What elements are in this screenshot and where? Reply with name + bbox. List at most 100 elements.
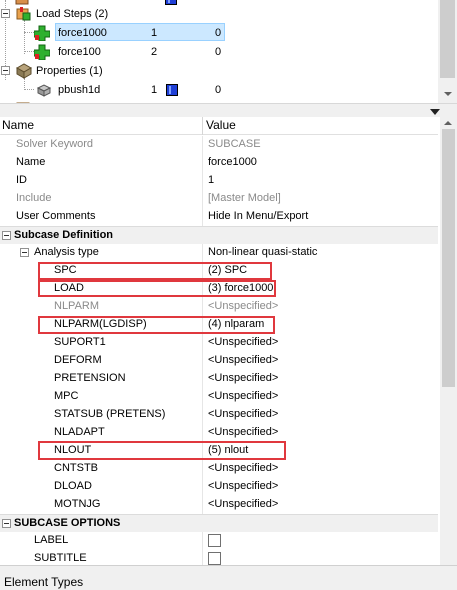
tree-item-force1000[interactable]: force1000 1 0 [0,24,438,42]
tree-item-label: force100 [58,46,101,58]
property-value[interactable]: <Unspecified> [208,298,278,315]
tree-scrollbar-thumb[interactable] [440,0,455,78]
column-divider [202,532,203,550]
column-divider [202,370,203,388]
property-name: ID [16,174,27,186]
property-name: User Comments [16,210,96,222]
highlight-box-nlparm-lgdisp [38,316,275,334]
element-types-panel[interactable]: Element Types [0,565,457,590]
tree-item-force100[interactable]: force100 2 0 [0,43,438,61]
section-title: Subcase Definition [14,229,114,241]
grid-row-cntstb[interactable]: CNTSTB <Unspecified> [0,460,438,478]
property-name: PRETENSION [54,372,126,384]
tree-folder-label: Properties (1) [36,65,103,77]
property-name: Analysis type [34,246,99,258]
grid-row-name[interactable]: Name force1000 [0,154,438,172]
grid-row-statsub[interactable]: STATSUB (PRETENS) <Unspecified> [0,406,438,424]
section-subcase-options[interactable]: SUBCASE OPTIONS [0,514,438,532]
column-divider [202,154,203,172]
blue-color-swatch-icon[interactable] [166,84,178,96]
property-name: MOTNJG [54,498,101,510]
collapse-icon[interactable] [1,66,10,75]
property-value[interactable]: <Unspecified> [208,478,278,495]
property-value[interactable]: <Unspecified> [208,334,278,351]
grid-row-nlparm[interactable]: NLPARM <Unspecified> [0,298,438,316]
tree-folder-properties[interactable]: Properties (1) [0,62,438,80]
grid-row-analysis-type[interactable]: Analysis type Non-linear quasi-static [0,244,438,262]
grid-scrollbar-thumb[interactable] [442,129,455,387]
tree-item-id: 2 [151,46,158,58]
property-name: NLADAPT [54,426,105,438]
property-value[interactable]: Hide In Menu/Export [208,208,308,225]
column-divider [202,496,203,514]
column-divider[interactable] [202,117,203,135]
grid-row-dload[interactable]: DLOAD <Unspecified> [0,478,438,496]
tree-item-count: 0 [215,46,222,58]
value-column-header[interactable]: Value [206,117,236,134]
properties-icon [15,63,33,79]
subtitle-checkbox[interactable] [208,552,221,565]
green-cross-icon [33,25,51,42]
property-name: DEFORM [54,354,102,366]
collapse-icon[interactable] [2,231,11,240]
property-value[interactable]: <Unspecified> [208,406,278,423]
tree-item-label: force1000 [58,27,107,39]
property-value[interactable]: <Unspecified> [208,496,278,513]
property-value[interactable]: force1000 [208,154,257,171]
grid-row-subtitle[interactable]: SUBTITLE [0,550,438,565]
collapse-icon[interactable] [20,248,29,257]
column-divider [202,172,203,190]
collapse-icon[interactable] [2,519,11,528]
column-divider [202,406,203,424]
grid-row-label[interactable]: LABEL [0,532,438,550]
grid-row-motnjg[interactable]: MOTNJG <Unspecified> [0,496,438,514]
grid-row-pretension[interactable]: PRETENSION <Unspecified> [0,370,438,388]
property-value[interactable]: <Unspecified> [208,352,278,369]
grid-row-solver-keyword[interactable]: Solver Keyword SUBCASE [0,136,438,154]
property-name: STATSUB (PRETENS) [54,408,166,420]
collapse-icon[interactable] [1,9,10,18]
tree-scrollbar[interactable] [438,0,457,103]
tree-rows: Load Steps (2) force1000 1 0 force100 2 … [0,0,438,103]
grid-row-id[interactable]: ID 1 [0,172,438,190]
tree-item-id: 1 [151,27,158,39]
grid-row-nladapt[interactable]: NLADAPT <Unspecified> [0,424,438,442]
tree-item-label: pbush1d [58,84,101,96]
grid-row-user-comments[interactable]: User Comments Hide In Menu/Export [0,208,438,226]
grid-row-deform[interactable]: DEFORM <Unspecified> [0,352,438,370]
property-icon [36,82,52,98]
panel-title: Element Types [4,575,84,589]
tree-folder-load-steps[interactable]: Load Steps (2) [0,5,438,23]
column-divider [202,550,203,565]
grid-row-include[interactable]: Include [Master Model] [0,190,438,208]
property-value[interactable]: <Unspecified> [208,460,278,477]
section-subcase-definition[interactable]: Subcase Definition [0,226,438,244]
name-column-header[interactable]: Name [2,117,34,134]
label-checkbox[interactable] [208,534,221,547]
column-divider [202,298,203,316]
grid-scrollbar[interactable] [440,117,457,565]
property-value[interactable]: <Unspecified> [208,388,278,405]
scroll-up-arrow-icon[interactable] [444,121,452,125]
property-name: Include [16,192,52,204]
property-value[interactable]: Non-linear quasi-static [208,244,317,261]
splitter-collapse-arrow-icon[interactable] [430,109,440,115]
load-steps-icon [16,6,32,22]
column-divider [202,190,203,208]
pane-splitter[interactable] [0,103,457,117]
tree-item-pbush1d[interactable]: pbush1d 1 0 [0,81,438,99]
grid-row-mpc[interactable]: MPC <Unspecified> [0,388,438,406]
property-value[interactable]: <Unspecified> [208,370,278,387]
property-name: MPC [54,390,79,402]
property-value[interactable]: 1 [208,172,214,189]
column-divider [202,334,203,352]
tree-item-id: 1 [151,84,158,96]
property-name: Solver Keyword [16,138,94,150]
column-divider [202,460,203,478]
scroll-down-arrow-icon[interactable] [444,92,452,96]
property-value[interactable]: <Unspecified> [208,424,278,441]
entity-editor-grid: Name Value Solver Keyword SUBCASE Name f… [0,117,440,565]
grid-row-suport1[interactable]: SUPORT1 <Unspecified> [0,334,438,352]
property-value: SUBCASE [208,138,261,150]
green-cross-icon [33,44,51,61]
